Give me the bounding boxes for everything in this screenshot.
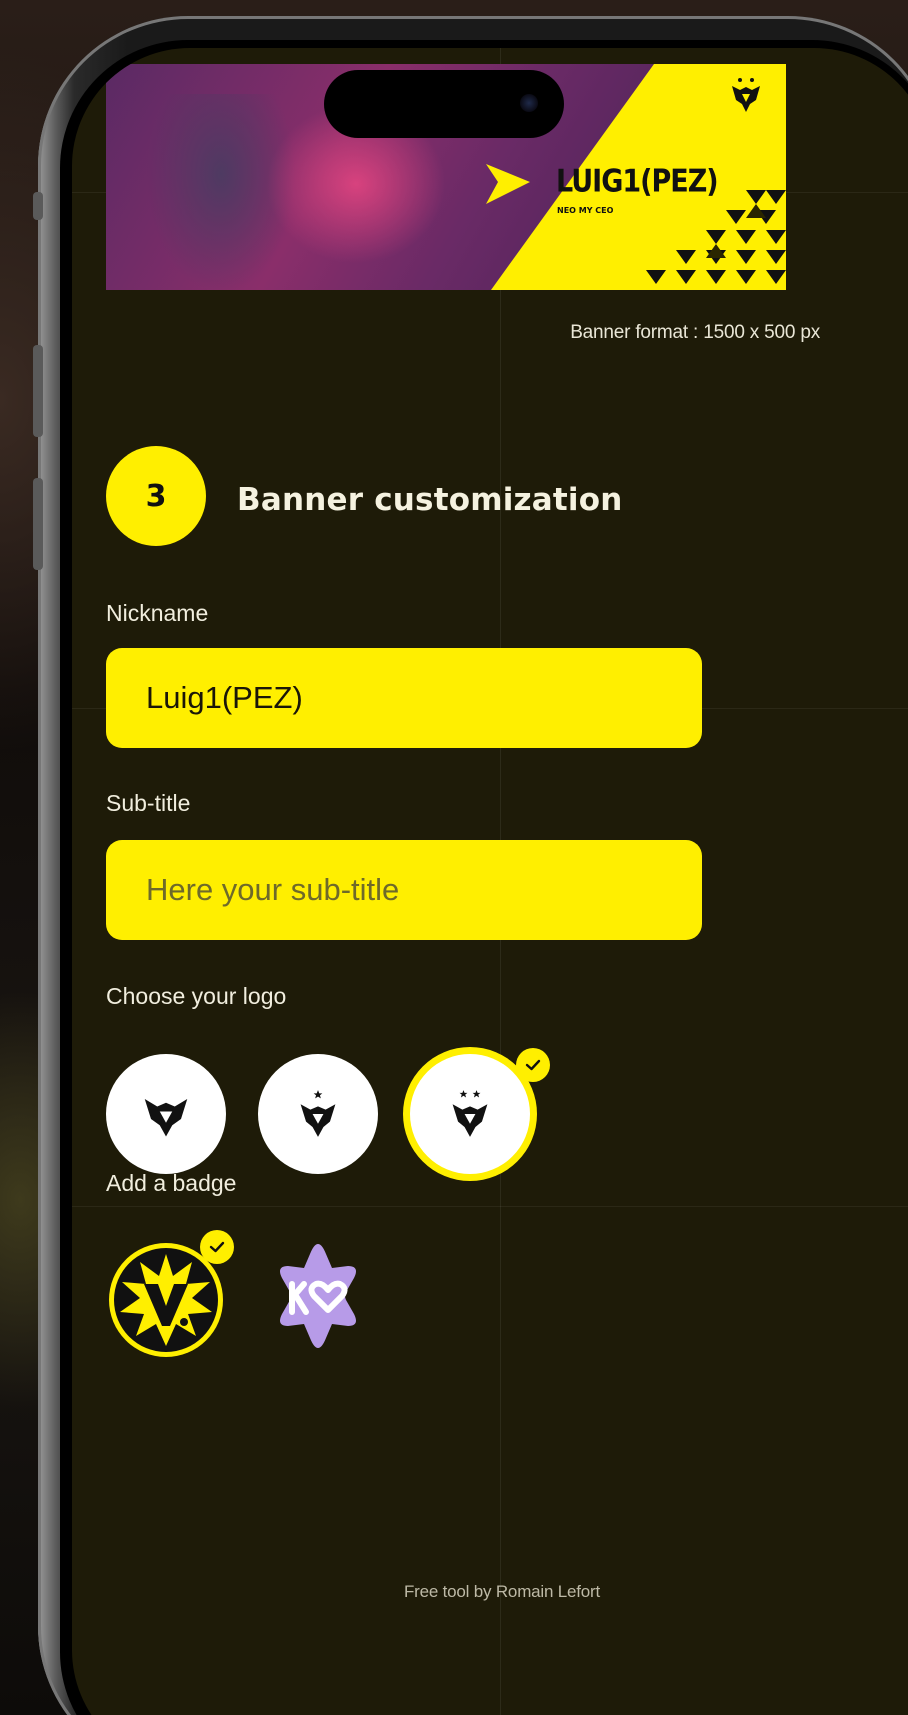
logo-section-label: Choose your logo (106, 983, 287, 1009)
banner-bee-logo-icon (732, 78, 760, 112)
phone-mockup-scene: LUIG1(PEZ) NEO MY CEO Banner format : 15… (0, 0, 908, 1715)
nickname-label: Nickname (106, 600, 209, 626)
phone-screen: LUIG1(PEZ) NEO MY CEO Banner format : 15… (72, 48, 908, 1715)
phone-volume-down-button (33, 478, 43, 570)
bee-logo-icon (144, 1099, 188, 1137)
step-title: Banner customization (237, 482, 623, 518)
nickname-input[interactable] (106, 648, 702, 748)
badge-selected-check-icon (200, 1230, 234, 1264)
bee-logo-two-star-icon (452, 1090, 488, 1137)
phone-volume-up-button (33, 345, 43, 437)
phone-action-button (33, 192, 43, 220)
bee-logo-one-star-icon (300, 1090, 336, 1137)
step-number-badge: 3 (106, 446, 206, 546)
subtitle-input[interactable] (106, 840, 702, 940)
banner-subtitle-text: NEO MY CEO (557, 206, 614, 215)
front-camera-icon (520, 94, 538, 112)
dynamic-island (324, 70, 564, 138)
banner-triangle-pattern (646, 190, 786, 284)
logo-option-2[interactable] (258, 1054, 378, 1174)
subtitle-label: Sub-title (106, 790, 191, 816)
ko-heart-star-badge[interactable] (258, 1240, 378, 1360)
logo-selected-check-icon (516, 1048, 550, 1082)
footer-credit: Free tool by Romain Lefort (403, 1582, 601, 1601)
logo-option-3[interactable] (410, 1054, 530, 1174)
layout-guide-horizontal (72, 1206, 908, 1207)
logo-option-1[interactable] (106, 1054, 226, 1174)
banner-format-text: Banner format : 1500 x 500 px (570, 322, 820, 343)
badge-section-label: Add a badge (106, 1170, 237, 1196)
